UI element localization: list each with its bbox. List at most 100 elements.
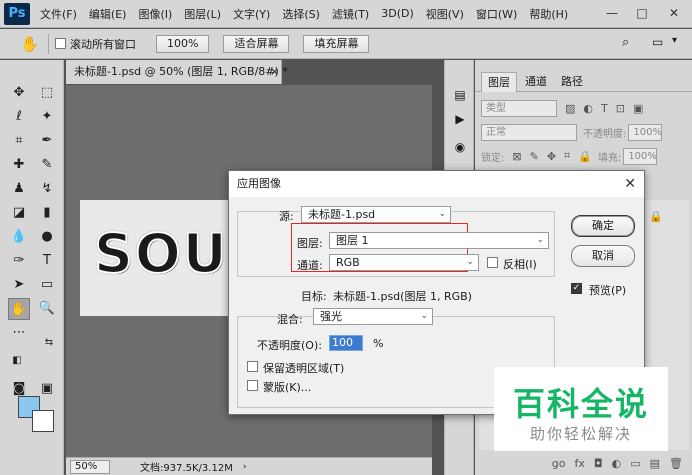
menu-file[interactable]: 文件(F) bbox=[40, 6, 77, 22]
menu-layer[interactable]: 图层(L) bbox=[184, 6, 221, 22]
layer-filter-select[interactable]: 类型 bbox=[481, 99, 557, 117]
channel-select[interactable]: RGB ⌄ bbox=[329, 254, 479, 271]
add-mask-icon[interactable]: ◘ bbox=[594, 457, 603, 470]
link-layers-icon[interactable]: go bbox=[552, 457, 566, 470]
delete-layer-icon[interactable]: 🗑 bbox=[669, 457, 683, 470]
background-color-swatch[interactable] bbox=[32, 410, 54, 432]
tab-layers[interactable]: 图层 bbox=[481, 72, 517, 92]
more-tools-icon[interactable]: ⋯ bbox=[8, 322, 30, 344]
properties-panel-icon[interactable]: ◉ bbox=[451, 138, 469, 156]
document-info[interactable]: 文档:937.5K/3.12M bbox=[140, 459, 233, 474]
menu-filter[interactable]: 滤镜(T) bbox=[332, 6, 369, 22]
cancel-button[interactable]: 取消 bbox=[571, 245, 635, 267]
history-panel-icon[interactable]: ▤ bbox=[451, 86, 469, 104]
magic-wand-tool-icon[interactable]: ✦ bbox=[36, 106, 58, 128]
gradient-tool-icon[interactable]: ▮ bbox=[36, 202, 58, 224]
adjustment-layer-icon[interactable]: ◐ bbox=[612, 457, 622, 470]
marquee-tool-icon[interactable]: ⬚ bbox=[36, 82, 58, 104]
tab-paths[interactable]: 路径 bbox=[555, 72, 589, 92]
filter-adjust-icon[interactable]: ◐ bbox=[583, 102, 593, 115]
hand-tool-icon[interactable]: ✋ bbox=[18, 33, 42, 55]
blend-select[interactable]: 强光 ⌄ bbox=[313, 308, 433, 325]
healing-brush-tool-icon[interactable]: ✚ bbox=[8, 154, 30, 176]
path-selection-tool-icon[interactable]: ➤ bbox=[8, 274, 30, 296]
pen-tool-icon[interactable]: ✑ bbox=[8, 250, 30, 272]
menu-3d[interactable]: 3D(D) bbox=[381, 7, 414, 20]
workspace-dropdown-icon[interactable]: ▾ bbox=[672, 35, 677, 46]
new-layer-icon[interactable]: ▤ bbox=[650, 457, 660, 470]
filter-shape-icon[interactable]: ⊡ bbox=[616, 102, 625, 115]
blur-tool-icon[interactable]: 💧 bbox=[8, 226, 30, 248]
actions-panel-icon[interactable]: ▶ bbox=[451, 110, 469, 128]
menu-type[interactable]: 文字(Y) bbox=[233, 6, 270, 22]
preview-checkbox[interactable]: ✓ bbox=[571, 283, 582, 294]
quick-mask-icon[interactable]: ◙ bbox=[8, 378, 30, 400]
tab-channels[interactable]: 通道 bbox=[519, 72, 553, 92]
fit-screen-button[interactable]: 适合屏幕 bbox=[223, 34, 290, 53]
document-tab-close-icon[interactable]: × bbox=[270, 60, 280, 84]
lock-artboard-icon[interactable]: ⌗ bbox=[564, 149, 570, 163]
target-value: 未标题-1.psd(图层 1, RGB) bbox=[333, 290, 472, 303]
layer-select[interactable]: 图层 1 ⌄ bbox=[329, 232, 549, 249]
lock-all-icon[interactable]: 🔒 bbox=[578, 150, 592, 163]
dodge-tool-icon[interactable]: ● bbox=[36, 226, 58, 248]
brush-tool-icon[interactable]: ✎ bbox=[36, 154, 58, 176]
invert-checkbox[interactable] bbox=[487, 257, 498, 268]
zoom-level-field[interactable]: 50% bbox=[70, 459, 110, 474]
menu-window[interactable]: 窗口(W) bbox=[476, 6, 517, 22]
menu-help[interactable]: 帮助(H) bbox=[529, 6, 568, 22]
type-tool-icon[interactable]: T bbox=[36, 250, 58, 272]
layer-blend-mode-select[interactable]: 正常 bbox=[481, 123, 577, 141]
filter-smart-icon[interactable]: ▣ bbox=[633, 102, 643, 115]
menu-image[interactable]: 图像(I) bbox=[138, 6, 172, 22]
mask-checkbox[interactable] bbox=[247, 380, 258, 391]
search-icon[interactable]: ⌕ bbox=[622, 35, 629, 50]
lock-position-icon[interactable]: ✥ bbox=[547, 150, 556, 163]
rectangle-tool-icon[interactable]: ▭ bbox=[36, 274, 58, 296]
minimize-button[interactable]: — bbox=[602, 4, 622, 22]
source-select[interactable]: 未标题-1.psd ⌄ bbox=[301, 206, 451, 223]
chevron-down-icon: ⌄ bbox=[420, 311, 428, 321]
hand-tool-active-icon[interactable]: ✋ bbox=[8, 298, 30, 320]
history-brush-tool-icon[interactable]: ↯ bbox=[36, 178, 58, 200]
fill-screen-button[interactable]: 填充屏幕 bbox=[303, 34, 370, 53]
default-colors-icon[interactable]: ◧ bbox=[6, 350, 28, 372]
document-tab[interactable]: 未标题-1.psd @ 50% (图层 1, RGB/8#) * bbox=[66, 60, 288, 84]
preview-label: 预览(P) bbox=[589, 284, 627, 297]
lasso-tool-icon[interactable]: ℓ bbox=[8, 106, 30, 128]
clone-stamp-tool-icon[interactable]: ♟ bbox=[8, 178, 30, 200]
fx-icon[interactable]: fx bbox=[575, 457, 585, 470]
chevron-down-icon: ⌄ bbox=[466, 257, 474, 267]
status-arrow-icon[interactable]: › bbox=[243, 462, 247, 472]
zoom-100-button[interactable]: 100% bbox=[156, 34, 210, 53]
filter-pixel-icon[interactable]: ▨ bbox=[565, 102, 575, 115]
ok-button[interactable]: 确定 bbox=[571, 215, 635, 237]
layers-panel-tabs: 图层 通道 路径 bbox=[475, 68, 692, 92]
workspace-icon[interactable]: ▭ bbox=[652, 35, 663, 49]
eyedropper-tool-icon[interactable]: ✒ bbox=[36, 130, 58, 152]
invert-label: 反相(I) bbox=[503, 258, 537, 271]
filter-type-icon[interactable]: T bbox=[601, 102, 608, 115]
opacity-input[interactable]: 100 bbox=[329, 335, 363, 351]
swap-colors-icon[interactable]: ⇆ bbox=[38, 332, 60, 354]
zoom-tool-icon[interactable]: 🔍 bbox=[36, 298, 58, 320]
screen-mode-icon[interactable]: ▣ bbox=[36, 378, 58, 400]
eraser-tool-icon[interactable]: ◪ bbox=[8, 202, 30, 224]
menu-select[interactable]: 选择(S) bbox=[282, 6, 320, 22]
preserve-transparency-checkbox[interactable] bbox=[247, 361, 258, 372]
menu-edit[interactable]: 编辑(E) bbox=[89, 6, 127, 22]
crop-tool-icon[interactable]: ⌗ bbox=[8, 130, 30, 152]
chevron-down-icon: ⌄ bbox=[536, 235, 544, 245]
lock-pixels-icon[interactable]: ⊠ bbox=[512, 150, 521, 163]
move-tool-icon[interactable]: ✥ bbox=[8, 82, 30, 104]
layer-opacity-field[interactable]: 100% bbox=[628, 123, 663, 141]
restore-button[interactable]: □ bbox=[632, 4, 652, 22]
scroll-all-checkbox[interactable] bbox=[55, 38, 66, 49]
close-window-button[interactable]: ✕ bbox=[664, 4, 684, 22]
layer-fill-field[interactable]: 100% bbox=[623, 147, 658, 165]
new-group-icon[interactable]: ▭ bbox=[630, 457, 640, 470]
dialog-close-icon[interactable]: ✕ bbox=[624, 171, 636, 197]
layers-bottom-bar: go fx ◘ ◐ ▭ ▤ 🗑 bbox=[475, 452, 692, 474]
lock-paint-icon[interactable]: ✎ bbox=[530, 150, 539, 163]
menu-view[interactable]: 视图(V) bbox=[426, 6, 464, 22]
